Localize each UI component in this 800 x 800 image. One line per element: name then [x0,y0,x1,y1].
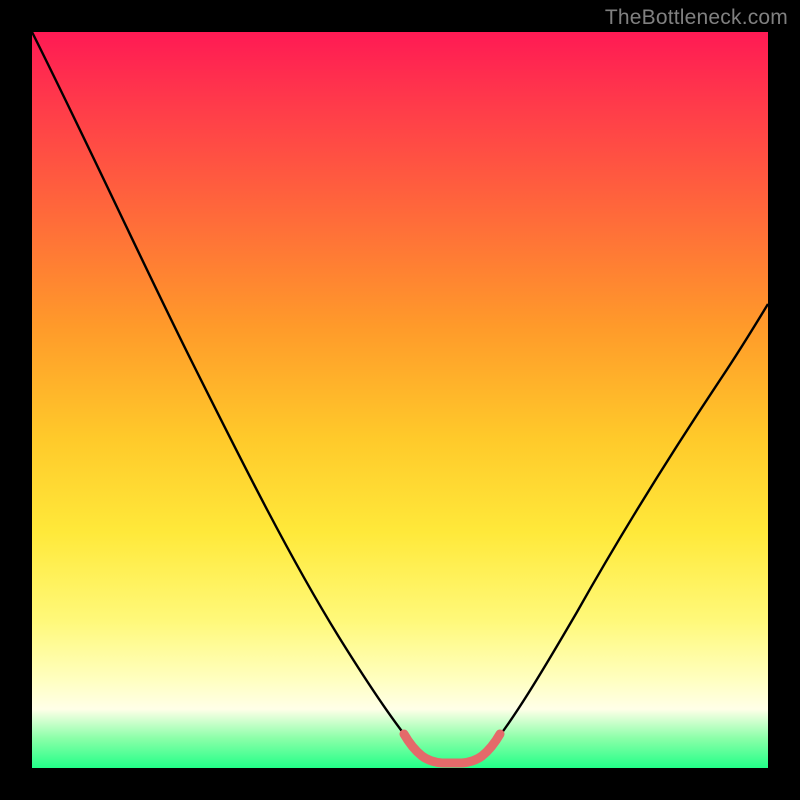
watermark-text: TheBottleneck.com [605,6,788,30]
chart-frame: TheBottleneck.com [0,0,800,800]
bottleneck-curve [32,32,768,762]
plateau-marker [404,734,500,763]
plot-area [32,32,768,768]
curve-layer [32,32,768,768]
